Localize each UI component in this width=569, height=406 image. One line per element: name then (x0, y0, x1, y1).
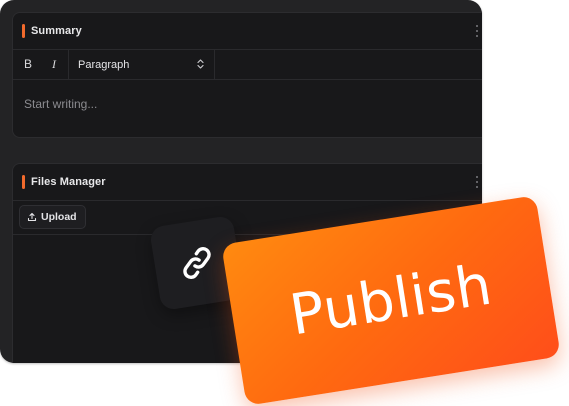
summary-editor[interactable]: Start writing... (13, 80, 482, 137)
upload-button[interactable]: Upload (19, 205, 86, 229)
drag-handle-icon[interactable] (475, 25, 479, 37)
files-panel-header: Files Manager (13, 164, 482, 201)
files-panel-title: Files Manager (31, 176, 106, 188)
summary-panel-title: Summary (31, 25, 82, 37)
summary-panel: Summary B I Paragraph Start writing... (12, 12, 482, 138)
drag-handle-icon[interactable] (475, 176, 479, 188)
publish-label: Publish (285, 252, 497, 349)
panel-accent-bar (22, 24, 25, 38)
upload-label: Upload (41, 211, 77, 223)
link-icon (183, 247, 211, 279)
paragraph-format-select[interactable]: Paragraph (68, 50, 215, 79)
editor-placeholder: Start writing... (24, 97, 98, 111)
upload-icon (27, 212, 37, 222)
stage: Summary B I Paragraph Start writing... F… (0, 0, 569, 406)
panel-accent-bar (22, 175, 25, 189)
chevron-up-down-icon (197, 59, 204, 69)
format-select-value: Paragraph (78, 58, 130, 71)
summary-toolbar: B I Paragraph (13, 50, 482, 80)
summary-panel-header: Summary (13, 13, 482, 50)
bold-button[interactable]: B (15, 53, 41, 75)
italic-button[interactable]: I (41, 53, 67, 75)
